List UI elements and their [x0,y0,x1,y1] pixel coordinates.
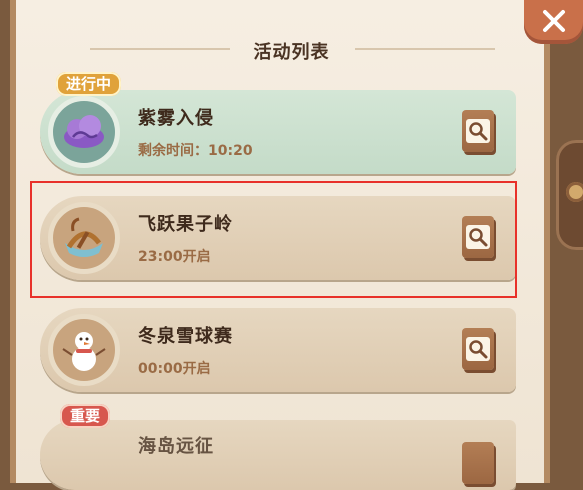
magnifier-icon [466,119,490,143]
event-time: 00:00开启 [138,361,211,377]
magnifier-icon [466,337,490,361]
event-name: 冬泉雪球赛 [138,326,233,347]
event-icon-frame [48,314,120,386]
detail-button[interactable] [462,328,494,370]
side-handle-knob [566,182,583,202]
event-icon-frame [48,96,120,168]
close-button[interactable] [524,0,583,44]
event-name: 紫雾入侵 [138,108,214,129]
status-badge-active: 进行中 [56,72,122,96]
purple-cloud-icon [64,115,104,148]
event-card-island[interactable]: 海岛远征 [40,420,516,490]
event-time: 剩余时间：10:20 [138,143,253,159]
highlight-frame [30,181,517,298]
detail-button[interactable] [462,110,494,152]
status-badge-important: 重要 [60,404,111,428]
event-card-snowball[interactable]: 冬泉雪球赛 00:00开启 [40,308,516,392]
snowman-icon [62,332,106,371]
event-card-purple-mist[interactable]: 紫雾入侵 剩余时间：10:20 [40,90,516,174]
event-name: 海岛远征 [138,436,214,457]
side-handle[interactable] [556,140,583,250]
detail-button[interactable] [462,442,494,484]
close-icon [543,10,565,32]
page-title: 活动列表 [253,42,330,63]
